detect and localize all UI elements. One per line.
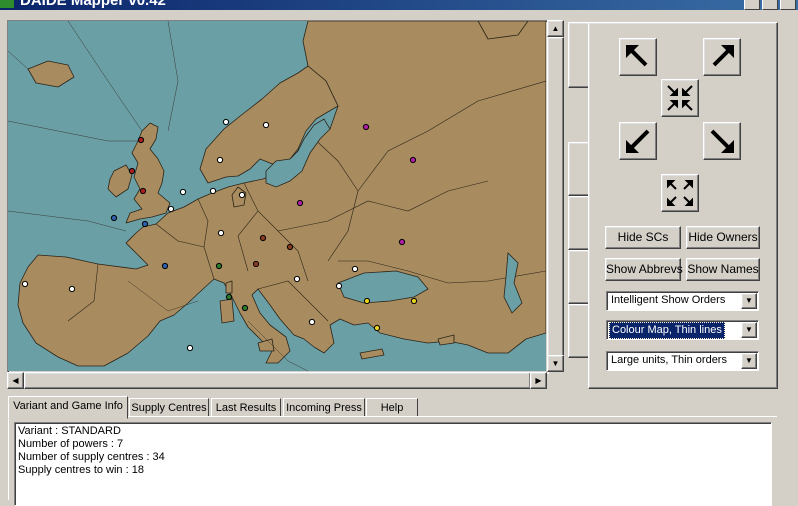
supply-centre-marker	[216, 156, 224, 164]
supply-centre-marker	[363, 297, 371, 305]
scroll-up-button[interactable]: ▲	[547, 20, 564, 37]
supply-centre-marker	[398, 238, 406, 246]
supply-centre-marker	[139, 187, 147, 195]
europe-map[interactable]	[8, 21, 546, 371]
scroll-right-button[interactable]: ▶	[530, 372, 547, 389]
supply-centre-marker	[141, 220, 149, 228]
supply-centre-marker	[362, 123, 370, 131]
zoom-in-button[interactable]	[661, 79, 699, 117]
supply-centre-marker	[21, 280, 29, 288]
zoom-out-button[interactable]	[661, 174, 699, 212]
tab-supply-centres[interactable]: Supply Centres	[129, 398, 209, 418]
minimize-button[interactable]	[744, 0, 760, 10]
arrow-up-right-icon	[712, 45, 734, 67]
horizontal-scroll-thumb[interactable]	[24, 372, 531, 389]
map-view[interactable]	[7, 20, 549, 374]
supply-centre-marker	[217, 229, 225, 237]
supply-centre-marker	[293, 275, 301, 283]
info-panel: Variant : STANDARD Number of powers : 7 …	[8, 416, 777, 506]
scroll-down-left-button[interactable]	[619, 122, 657, 160]
corsica	[225, 280, 233, 294]
supply-centre-marker	[225, 293, 233, 301]
supply-centre-marker	[409, 156, 417, 164]
supply-centre-marker	[186, 344, 194, 352]
supply-centre-marker	[222, 118, 230, 126]
map-colour-value: Colour Map, Thin lines	[609, 322, 725, 339]
supply-centre-marker	[410, 297, 418, 305]
side-tab-1[interactable]	[568, 22, 590, 88]
maximize-button[interactable]	[762, 0, 778, 10]
show-names-button[interactable]: Show Names	[686, 258, 760, 281]
map-vertical-scrollbar[interactable]: ▲ ▼	[547, 20, 564, 372]
map-colour-dropdown[interactable]: Colour Map, Thin lines ▼	[606, 320, 759, 340]
arrow-down-right-icon	[710, 129, 734, 153]
supply-centre-marker	[110, 214, 118, 222]
tab-last-results[interactable]: Last Results	[211, 398, 281, 418]
supply-centre-marker	[241, 304, 249, 312]
supply-centre-marker	[262, 121, 270, 129]
show-abbrevs-button[interactable]: Show Abbrevs	[605, 258, 683, 281]
unit-size-dropdown[interactable]: Large units, Thin orders ▼	[606, 351, 759, 371]
side-tab-3[interactable]	[568, 196, 590, 250]
supply-centre-marker	[68, 285, 76, 293]
chevron-down-icon[interactable]: ▼	[741, 293, 757, 309]
supply-centre-marker	[215, 262, 223, 270]
tab-variant-and-game-info[interactable]: Variant and Game Info	[8, 396, 128, 419]
centres-to-win-line: Supply centres to win : 18	[18, 464, 144, 476]
supply-centre-marker	[167, 205, 175, 213]
supply-centre-marker	[252, 260, 260, 268]
powers-line: Number of powers : 7	[18, 438, 124, 450]
supply-centre-marker	[179, 188, 187, 196]
supply-centre-marker	[286, 243, 294, 251]
supply-centre-marker	[238, 191, 246, 199]
show-orders-value: Intelligent Show Orders	[611, 294, 726, 306]
hide-scs-button[interactable]: Hide SCs	[605, 226, 681, 249]
side-tab-4[interactable]	[568, 250, 590, 304]
sardinia	[219, 298, 235, 324]
scroll-up-right-button[interactable]	[703, 38, 741, 76]
unit-size-value: Large units, Thin orders	[611, 354, 727, 366]
window-title: DAIDE Mapper v0.42	[20, 0, 166, 9]
supply-centre-marker	[161, 262, 169, 270]
scroll-down-button[interactable]: ▼	[547, 355, 564, 372]
side-tab-strip	[568, 22, 590, 358]
app-icon	[0, 0, 14, 8]
hide-owners-button[interactable]: Hide Owners	[686, 226, 760, 249]
game-info-text[interactable]: Variant : STANDARD Number of powers : 7 …	[14, 422, 772, 506]
scroll-down-right-button[interactable]	[703, 122, 741, 160]
supply-centre-marker	[296, 199, 304, 207]
supply-centre-marker	[128, 167, 136, 175]
vertical-scroll-thumb[interactable]	[547, 37, 564, 357]
side-tab-5[interactable]	[568, 304, 590, 358]
supply-centre-marker	[351, 265, 359, 273]
info-tabs: Variant and Game Info Supply Centres Las…	[8, 396, 508, 419]
tab-help[interactable]: Help	[366, 398, 418, 418]
expand-icon	[667, 180, 693, 206]
title-bar: DAIDE Mapper v0.42	[0, 0, 798, 10]
chevron-down-icon[interactable]: ▼	[741, 353, 757, 369]
variant-line: Variant : STANDARD	[18, 425, 121, 437]
supply-centre-marker	[335, 282, 343, 290]
supply-centres-line: Number of supply centres : 34	[18, 451, 165, 463]
supply-centre-marker	[137, 136, 145, 144]
map-horizontal-scrollbar[interactable]: ◀ ▶	[7, 372, 547, 389]
arrow-down-left-icon	[626, 129, 650, 153]
supply-centre-marker	[308, 318, 316, 326]
supply-centre-marker	[259, 234, 267, 242]
chevron-down-icon[interactable]: ▼	[741, 322, 757, 338]
map-control-panel: Hide SCs Hide Owners Show Abbrevs Show N…	[588, 22, 778, 389]
collapse-icon	[667, 85, 693, 111]
supply-centre-marker	[209, 187, 217, 195]
tab-incoming-press[interactable]: Incoming Press	[283, 398, 365, 418]
scroll-left-button[interactable]: ◀	[7, 372, 24, 389]
supply-centre-marker	[373, 324, 381, 332]
arrow-up-left-icon	[626, 45, 648, 67]
show-orders-dropdown[interactable]: Intelligent Show Orders ▼	[606, 291, 759, 311]
scroll-up-left-button[interactable]	[619, 38, 657, 76]
close-button[interactable]	[780, 0, 796, 10]
side-tab-2[interactable]	[568, 142, 590, 196]
